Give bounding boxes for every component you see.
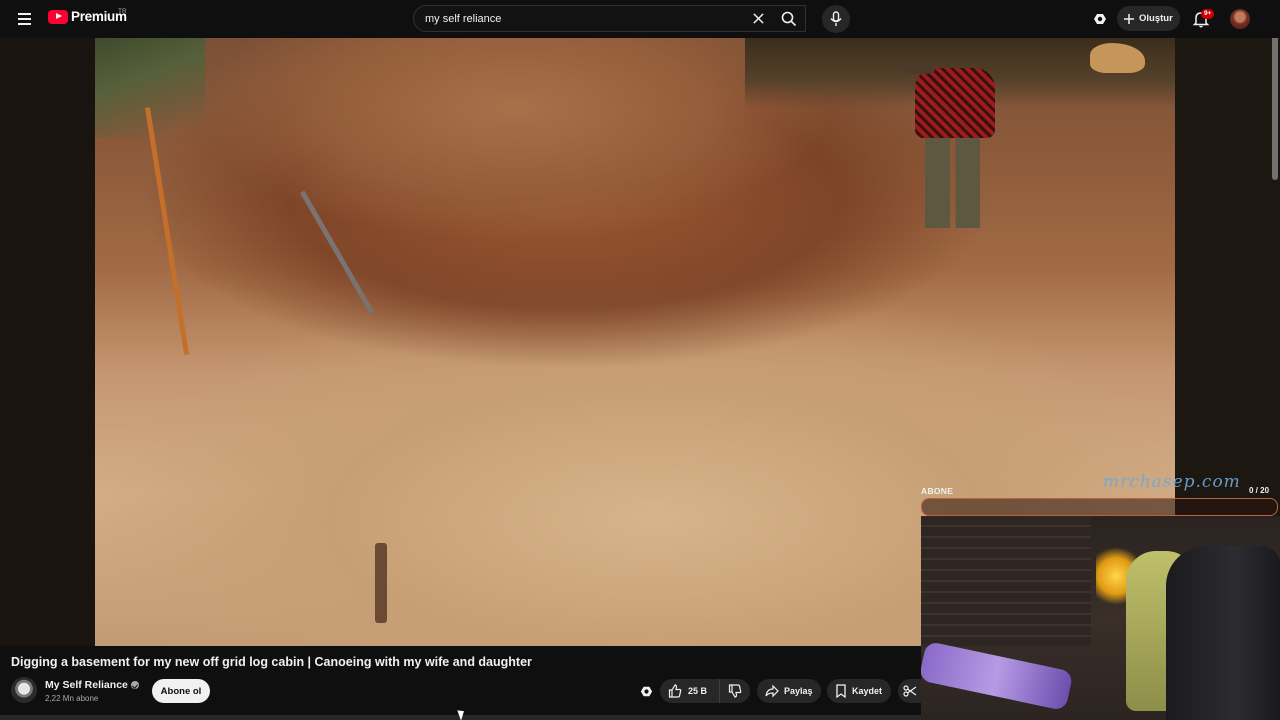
- video-scene-worker-hat: [903, 60, 935, 74]
- save-button[interactable]: Kaydet: [827, 679, 891, 703]
- logo-region: TR: [118, 8, 127, 15]
- masthead: Premium TR Oluştur 9+: [0, 0, 1280, 38]
- video-title: Digging a basement for my new off grid l…: [11, 655, 532, 669]
- menu-icon[interactable]: [12, 7, 36, 31]
- search-button[interactable]: [772, 6, 805, 31]
- subscriber-goal-counter: 0 / 20: [1249, 486, 1270, 495]
- video-scene-worker: [915, 68, 995, 138]
- share-label: Paylaş: [784, 686, 813, 696]
- subscribe-button[interactable]: Abone ol: [152, 679, 210, 703]
- channel-avatar[interactable]: [11, 677, 37, 703]
- youtube-logo-icon: [48, 9, 68, 24]
- video-scene-shovel: [300, 190, 375, 315]
- clip-icon: [902, 685, 916, 697]
- verified-icon: [130, 681, 139, 690]
- clip-button[interactable]: [898, 679, 921, 703]
- avatar[interactable]: [1230, 9, 1250, 29]
- save-icon: [836, 684, 846, 698]
- like-icon: [668, 684, 682, 698]
- save-label: Kaydet: [852, 686, 883, 696]
- clear-icon[interactable]: [752, 12, 765, 25]
- youtube-logo[interactable]: Premium: [48, 9, 127, 24]
- plus-icon: [1124, 13, 1134, 24]
- dislike-button[interactable]: [720, 679, 750, 703]
- webcam-headphones: [921, 640, 1074, 712]
- create-button[interactable]: Oluştur: [1117, 6, 1180, 31]
- stream-watermark: mrchasep.com: [1103, 472, 1241, 492]
- channel-name-text: My Self Reliance: [45, 679, 128, 691]
- extension-icon[interactable]: [638, 683, 655, 700]
- webcam-streamer: [1166, 546, 1280, 720]
- streamer-webcam: [921, 516, 1280, 720]
- subscriber-goal-label: ABONE: [921, 486, 954, 496]
- video-scene-stake: [375, 543, 387, 623]
- video-scene-worker-legs: [925, 133, 980, 228]
- voice-search-button[interactable]: [822, 5, 850, 33]
- like-dislike-group: 25 B: [660, 679, 750, 703]
- search-input[interactable]: [414, 12, 744, 25]
- share-icon: [765, 684, 779, 698]
- dislike-icon: [728, 684, 742, 698]
- share-button[interactable]: Paylaş: [757, 679, 821, 703]
- mic-icon: [830, 11, 842, 26]
- video-scene-pickaxe: [145, 107, 190, 355]
- subscriber-count: 2,22 Mn abone: [45, 694, 99, 703]
- create-label: Oluştur: [1139, 13, 1173, 24]
- like-count: 25 B: [688, 686, 708, 696]
- channel-name[interactable]: My Self Reliance: [45, 679, 139, 691]
- search-icon: [781, 11, 796, 26]
- like-button[interactable]: 25 B: [660, 679, 720, 703]
- webcam-wall: [921, 516, 1091, 646]
- search-box: [413, 5, 806, 32]
- subscriber-goal-bar: [921, 498, 1278, 516]
- extension-icon[interactable]: [1091, 10, 1109, 28]
- notification-badge: 9+: [1201, 9, 1215, 19]
